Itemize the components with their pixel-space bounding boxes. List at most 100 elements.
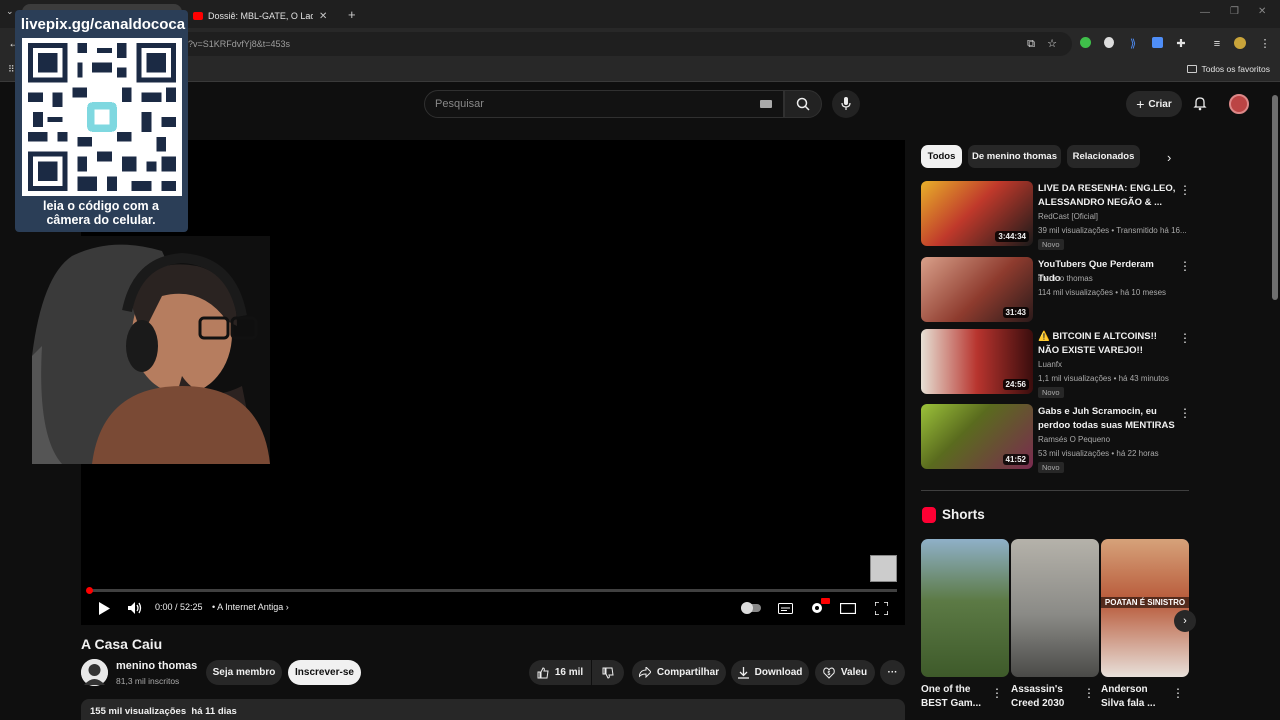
bookmarks-bar xyxy=(0,60,1280,82)
chip-label: Relacionados xyxy=(1072,151,1135,162)
download-label: Download xyxy=(754,667,803,678)
chip-all[interactable]: Todos xyxy=(921,145,962,168)
recommendation-item[interactable]: 3:44:34 LIVE DA RESENHA: ENG.LEO, ALESSA… xyxy=(921,181,1191,250)
description-header: 155 mil visualizações há 11 dias xyxy=(90,706,237,717)
more-vertical-icon[interactable]: ⋮ xyxy=(991,686,1003,700)
theater-mode-button[interactable] xyxy=(840,600,856,616)
more-vertical-icon[interactable]: ⋮ xyxy=(1179,406,1191,420)
channel-name[interactable]: Luanfx xyxy=(1038,360,1062,369)
short-thumbnail[interactable] xyxy=(1011,539,1099,677)
fullscreen-button[interactable] xyxy=(873,600,889,616)
join-button[interactable]: Seja membro xyxy=(206,660,282,685)
autoplay-toggle[interactable] xyxy=(740,600,762,616)
channel-avatar[interactable] xyxy=(81,659,108,686)
chip-related[interactable]: Relacionados xyxy=(1067,145,1140,168)
like-button[interactable]: 16 mil xyxy=(529,660,591,685)
extension-white-icon[interactable] xyxy=(1102,37,1116,51)
tab-search-icon[interactable]: ⌄ xyxy=(6,6,14,17)
short-thumbnail[interactable] xyxy=(921,539,1009,677)
video-meta: 39 mil visualizações • Transmitido há 16… xyxy=(1038,226,1187,235)
extensions-puzzle-icon[interactable]: ✚ xyxy=(1174,37,1188,51)
short-thumbnail[interactable]: POATAN É SINISTRO xyxy=(1101,539,1189,677)
search-button[interactable] xyxy=(784,90,822,118)
channel-name[interactable]: menino thomas xyxy=(116,660,197,672)
new-badge: Novo xyxy=(1038,239,1064,250)
short-title[interactable]: Anderson Silva fala ... xyxy=(1101,683,1163,711)
recommendation-item[interactable]: 41:52 Gabs e Juh Scramocin, eu perdoo to… xyxy=(921,404,1191,473)
tab-dossie[interactable]: Dossiê: MBL-GATE, O Lado Obs... ✕ xyxy=(185,4,340,28)
short-title[interactable]: One of the BEST Gam... xyxy=(921,683,983,711)
close-tab-icon[interactable]: ✕ xyxy=(319,11,327,22)
install-app-icon[interactable]: ⧉ xyxy=(1024,37,1038,51)
play-button[interactable] xyxy=(96,600,112,616)
video-meta: 1,1 mil visualizações • há 43 minutos xyxy=(1038,374,1169,383)
all-bookmarks-button[interactable]: Todos os favoritos xyxy=(1187,64,1270,74)
more-vertical-icon[interactable]: ⋮ xyxy=(1179,259,1191,273)
progress-bar[interactable] xyxy=(89,589,897,592)
download-button[interactable]: Download xyxy=(731,660,809,685)
user-avatar[interactable] xyxy=(1229,94,1249,114)
channel-name[interactable]: RedCast [Oficial] xyxy=(1038,212,1098,221)
subtitles-button[interactable] xyxy=(777,600,793,616)
download-icon xyxy=(737,666,749,679)
search-placeholder: Pesquisar xyxy=(435,98,484,110)
translate-icon[interactable] xyxy=(1150,37,1164,51)
theater-icon xyxy=(840,602,856,614)
window-restore-icon[interactable]: ❐ xyxy=(1230,6,1239,17)
apps-grid-icon[interactable]: ⠿ xyxy=(8,64,15,75)
bookmark-star-icon[interactable]: ☆ xyxy=(1045,37,1059,51)
chip-from-channel[interactable]: De menino thomas xyxy=(968,145,1061,168)
channel-name[interactable]: Ramsés O Pequeno xyxy=(1038,435,1110,444)
window-close-icon[interactable]: ✕ xyxy=(1258,6,1266,17)
more-vertical-icon[interactable]: ⋮ xyxy=(1179,331,1191,345)
end-screen-thumbnail[interactable] xyxy=(870,555,897,582)
subscribe-button[interactable]: Inscrever-se xyxy=(288,660,361,685)
dislike-button[interactable] xyxy=(592,660,624,685)
new-badge: Novo xyxy=(1038,462,1064,473)
search-icon xyxy=(796,97,810,111)
thanks-button[interactable]: $ Valeu xyxy=(815,660,875,685)
recommendation-item[interactable]: 24:56 ⚠️ BITCOIN E ALTCOINS!! NÃO EXISTE… xyxy=(921,329,1191,398)
chips-next-icon[interactable]: › xyxy=(1167,150,1171,165)
volume-button[interactable] xyxy=(127,600,143,616)
duration-badge: 31:43 xyxy=(1002,307,1029,318)
video-thumbnail[interactable]: 31:43 xyxy=(921,257,1033,322)
recommendation-item[interactable]: 31:43 YouTubers Que Perderam Tudo menino… xyxy=(921,257,1191,325)
duration-badge: 3:44:34 xyxy=(995,231,1029,242)
share-label: Compartilhar xyxy=(656,667,720,678)
video-title[interactable]: LIVE DA RESENHA: ENG.LEO, ALESSANDRO NEG… xyxy=(1038,182,1178,209)
media-control-icon[interactable]: ≡ xyxy=(1210,37,1224,51)
more-vertical-icon[interactable]: ⋮ xyxy=(1172,686,1184,700)
video-thumbnail[interactable]: 3:44:34 xyxy=(921,181,1033,246)
more-vertical-icon[interactable]: ⋮ xyxy=(1083,686,1095,700)
browser-menu-icon[interactable]: ⋮ xyxy=(1258,37,1272,51)
profile-icon[interactable] xyxy=(1233,37,1247,51)
channel-name[interactable]: menino thomas xyxy=(1038,274,1093,283)
keyboard-icon[interactable] xyxy=(760,100,772,108)
new-tab-button[interactable]: + xyxy=(348,7,356,22)
extension-audio-icon[interactable]: ⟫ xyxy=(1126,37,1140,51)
short-title[interactable]: Assassin's Creed 2030 xyxy=(1011,683,1073,711)
share-button[interactable]: Compartilhar xyxy=(632,660,726,685)
extension-green-icon[interactable] xyxy=(1078,37,1092,51)
video-title[interactable]: Gabs e Juh Scramocin, eu perdoo todas su… xyxy=(1038,405,1178,433)
search-input[interactable]: Pesquisar xyxy=(424,90,784,118)
voice-search-button[interactable] xyxy=(832,90,860,118)
video-title[interactable]: ⚠️ BITCOIN E ALTCOINS!! NÃO EXISTE VAREJ… xyxy=(1038,330,1178,358)
page-scrollbar[interactable] xyxy=(1272,95,1278,300)
progress-scrubber[interactable] xyxy=(86,587,93,594)
chapter-title[interactable]: • A Internet Antiga › xyxy=(212,602,289,612)
create-button[interactable]: + Criar xyxy=(1126,91,1182,117)
autoplay-toggle-icon xyxy=(741,602,761,614)
more-actions-button[interactable]: ··· xyxy=(880,660,905,685)
shorts-next-button[interactable]: › xyxy=(1174,610,1196,632)
all-bookmarks-label: Todos os favoritos xyxy=(1201,64,1270,74)
window-minimize-icon[interactable]: — xyxy=(1200,7,1210,18)
video-thumbnail[interactable]: 24:56 xyxy=(921,329,1033,394)
chapter-label: A Internet Antiga xyxy=(217,602,284,612)
notifications-bell-icon[interactable] xyxy=(1192,95,1208,111)
video-title: A Casa Caiu xyxy=(81,636,163,652)
address-bar[interactable]: ?v=S1KRFdvfYj8&t=453s xyxy=(160,32,1072,56)
video-thumbnail[interactable]: 41:52 xyxy=(921,404,1033,469)
more-vertical-icon[interactable]: ⋮ xyxy=(1179,183,1191,197)
